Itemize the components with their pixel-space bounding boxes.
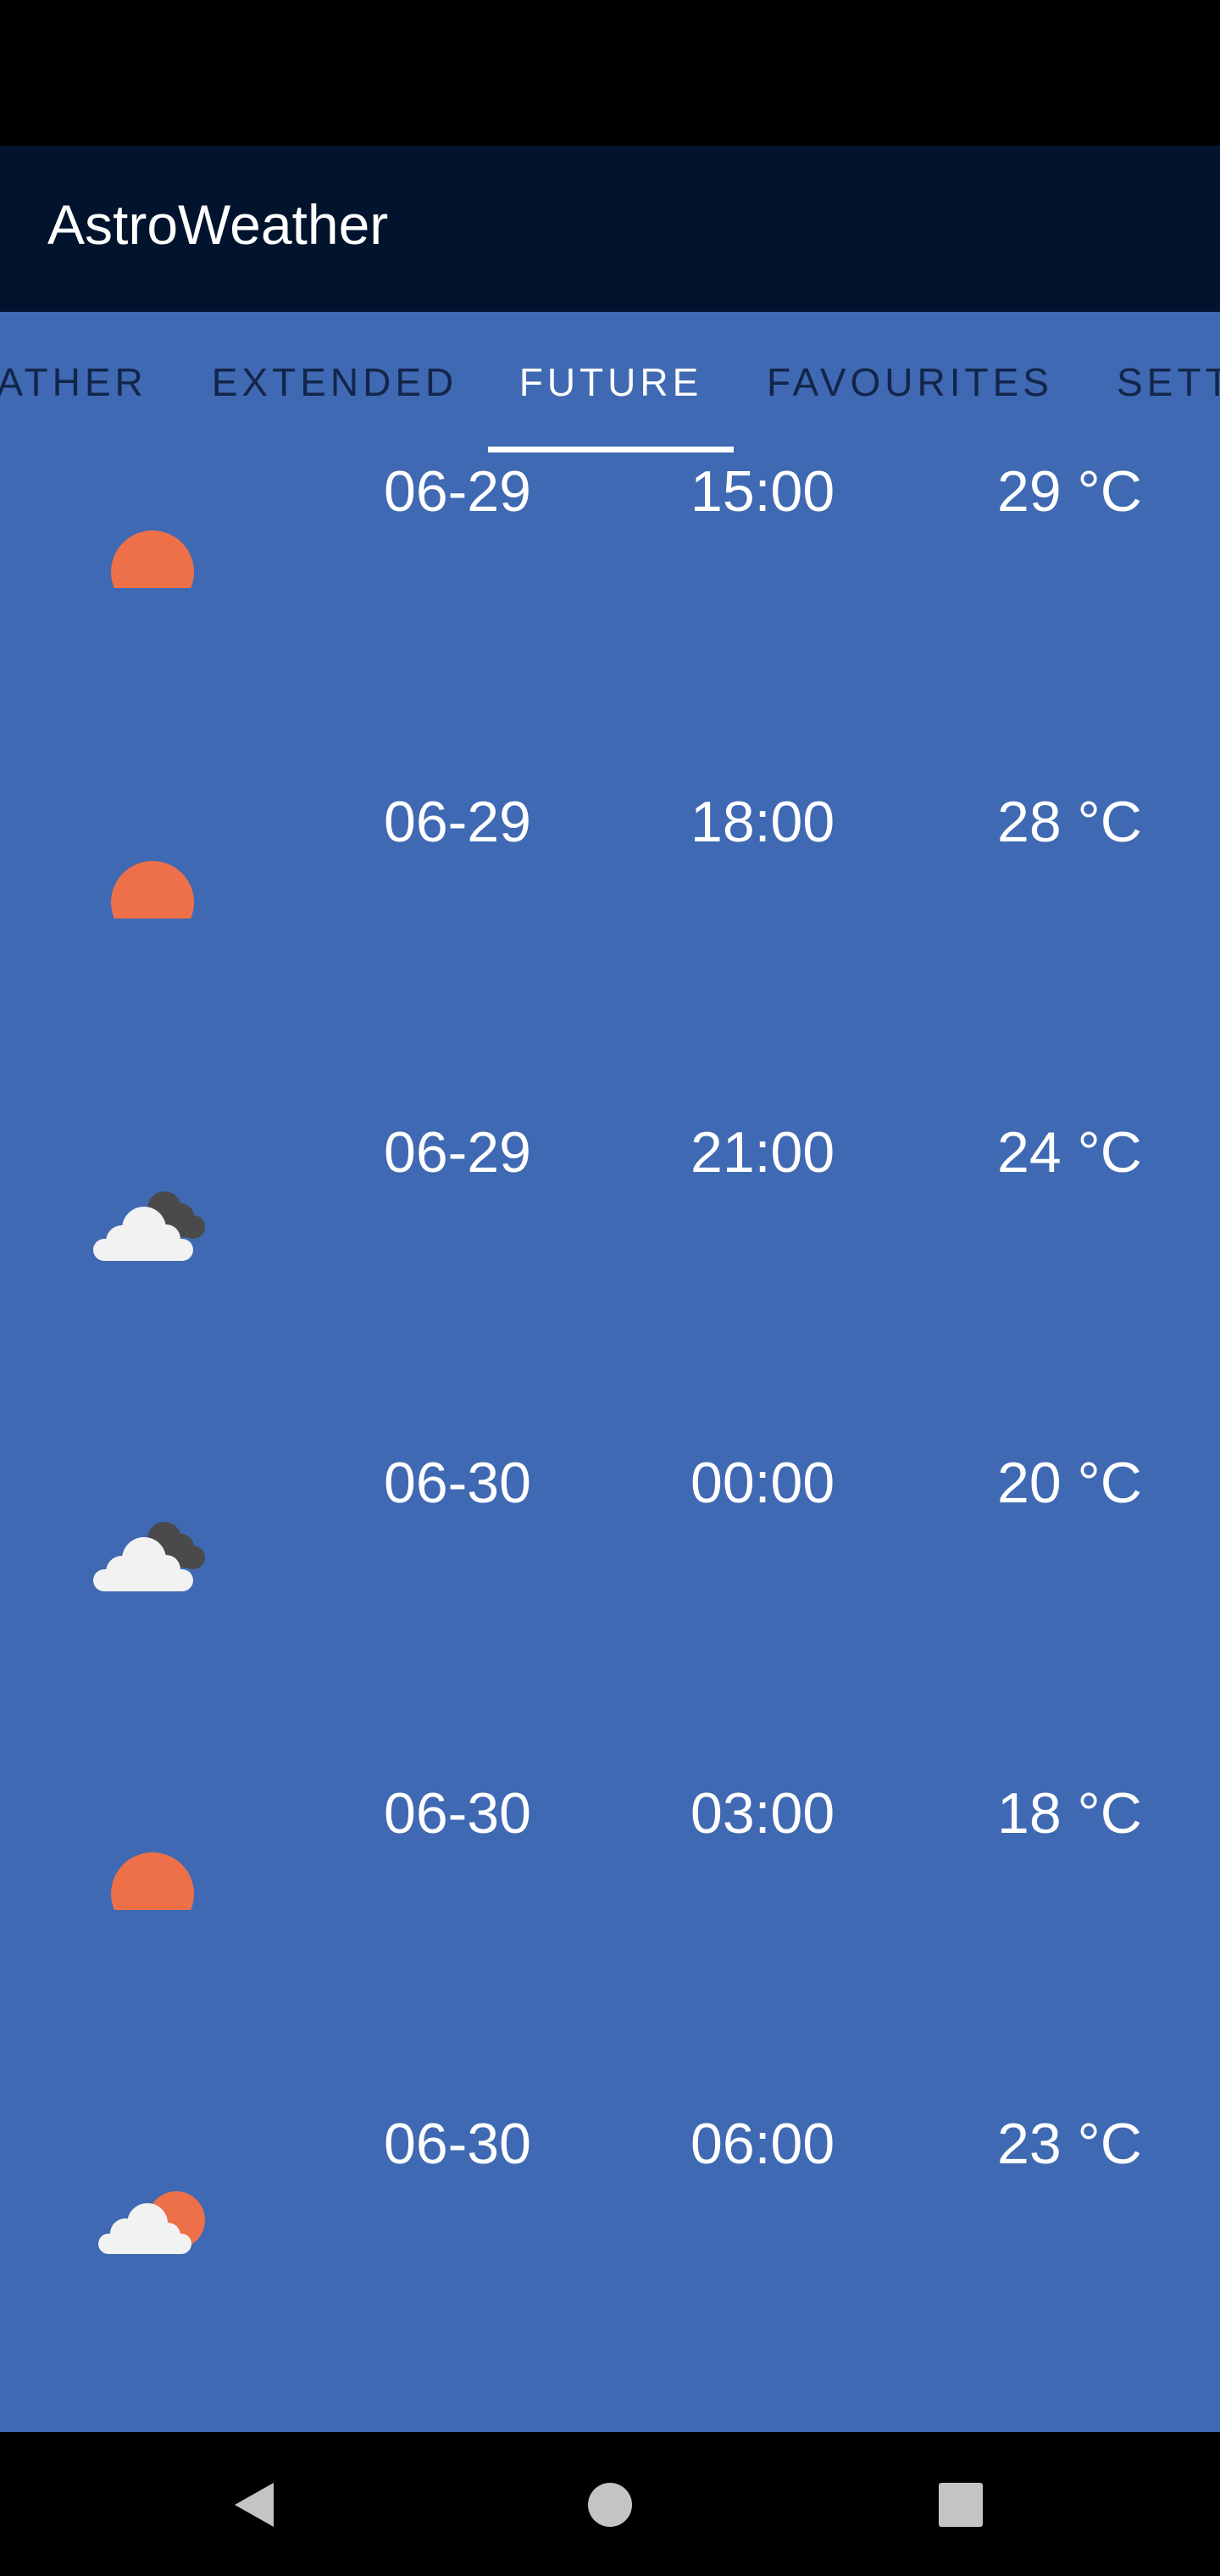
forecast-row[interactable]: 06-29 18:00 28 °C: [0, 783, 1220, 1113]
recents-icon: [939, 2483, 983, 2527]
forecast-row[interactable]: 06-30 06:00 23 °C: [0, 2105, 1220, 2432]
forecast-temperature: 20 °C: [997, 1451, 1142, 1515]
sun-icon: [85, 486, 220, 588]
forecast-temperature: 28 °C: [997, 790, 1142, 854]
forecast-temperature: 29 °C: [997, 459, 1142, 524]
forecast-date: 06-30: [384, 1451, 531, 1515]
tab-bar: ATHER EXTENDED FUTURE FAVOURITES SETT: [0, 312, 1220, 452]
forecast-date: 06-29: [384, 459, 531, 524]
forecast-row[interactable]: 06-29 21:00 24 °C: [0, 1113, 1220, 1444]
dark-clouds-icon: [85, 1164, 220, 1266]
forecast-row[interactable]: 06-30 00:00 20 °C: [0, 1444, 1220, 1774]
forecast-row[interactable]: 06-30 03:00 18 °C: [0, 1774, 1220, 2105]
tab-extended[interactable]: EXTENDED: [197, 312, 473, 452]
forecast-time: 03:00: [690, 1781, 835, 1846]
partly-cloudy-icon: [85, 2156, 220, 2257]
back-icon: [235, 2483, 274, 2527]
forecast-temperature: 18 °C: [997, 1781, 1142, 1846]
forecast-list: 06-29 15:00 29 °C 06-29 18:00 28 °C 06-2…: [0, 452, 1220, 2432]
sun-icon: [85, 817, 220, 919]
forecast-time: 00:00: [690, 1451, 835, 1515]
forecast-row[interactable]: 06-29 15:00 29 °C: [0, 452, 1220, 783]
forecast-temperature: 23 °C: [997, 2112, 1142, 2176]
forecast-time: 15:00: [690, 459, 835, 524]
tab-settings[interactable]: SETT: [1117, 312, 1220, 452]
forecast-date: 06-30: [384, 2112, 531, 2176]
forecast-time: 18:00: [690, 790, 835, 854]
home-button[interactable]: [538, 2432, 682, 2576]
forecast-time: 06:00: [690, 2112, 835, 2176]
forecast-date: 06-29: [384, 1120, 531, 1185]
recents-button[interactable]: [889, 2432, 1033, 2576]
forecast-date: 06-29: [384, 790, 531, 854]
home-icon: [588, 2483, 632, 2527]
status-bar: [0, 0, 1220, 146]
forecast-time: 21:00: [690, 1120, 835, 1185]
dark-clouds-icon: [85, 1495, 220, 1596]
app-title: AstroWeather: [47, 193, 389, 256]
tab-future[interactable]: FUTURE: [488, 312, 734, 452]
tab-selected-indicator: [488, 447, 734, 452]
app-bar: AstroWeather: [0, 146, 1220, 312]
tab-favourites[interactable]: FAVOURITES: [754, 312, 1066, 452]
sun-icon: [85, 1808, 220, 1910]
back-button[interactable]: [182, 2432, 326, 2576]
tab-weather[interactable]: ATHER: [0, 312, 152, 452]
forecast-date: 06-30: [384, 1781, 531, 1846]
navigation-bar: [0, 2432, 1220, 2576]
forecast-temperature: 24 °C: [997, 1120, 1142, 1185]
